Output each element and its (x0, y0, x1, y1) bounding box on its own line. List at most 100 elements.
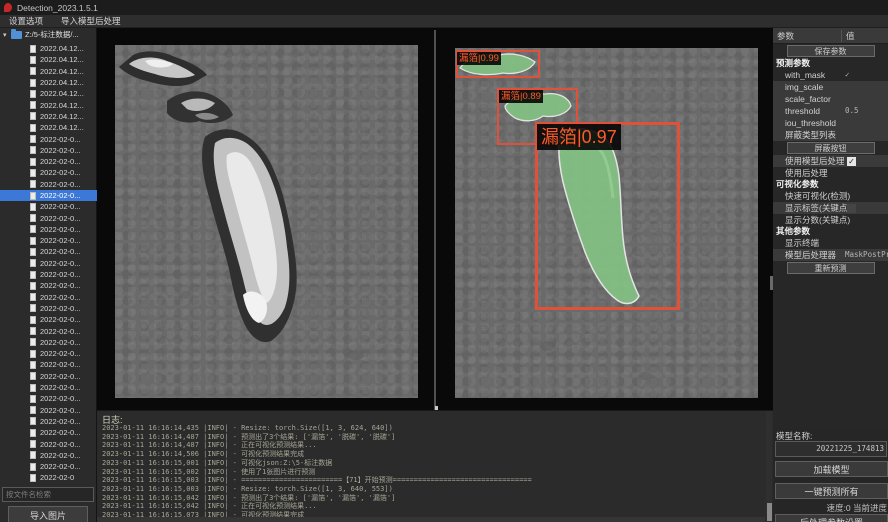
log-line: 2023-01-11 16:16:14,506 |INFO| - 可视化预测结果… (102, 450, 757, 459)
tree-item[interactable]: 2022-02-0... (0, 224, 97, 235)
tree-item[interactable]: 2022-02-0... (0, 133, 97, 144)
file-icon (30, 417, 36, 425)
tree-item[interactable]: 2022-02-0... (0, 201, 97, 212)
postprocess-settings-button[interactable]: 后处理参数设置 (775, 514, 888, 522)
tree-item-label: 2022-02-0... (40, 259, 80, 268)
log-line: 2023-01-11 16:16:15,042 |INFO| - 正在可视化预测… (102, 502, 757, 511)
tree-item[interactable]: 2022-02-0... (0, 325, 97, 336)
log-vertical-scrollbar[interactable] (766, 411, 772, 522)
tree-item-label: 2022.04.12... (40, 67, 84, 76)
param-row[interactable]: 使用模型后处理✓ (773, 155, 888, 167)
tree-item[interactable]: 2022-02-0... (0, 258, 97, 269)
file-icon (30, 214, 36, 222)
tree-item[interactable]: 2022-02-0... (0, 314, 97, 325)
tree-item[interactable]: 2022-02-0... (0, 416, 97, 427)
tree-item[interactable]: 2022-02-0... (0, 292, 97, 303)
param-row[interactable]: 显示标签(关键点) (773, 202, 888, 214)
tree-item-label: 2022-02-0... (40, 417, 80, 426)
param-row[interactable]: with_mask✓ (773, 69, 888, 81)
file-icon (30, 429, 36, 437)
tree-item[interactable]: 2022.04.12... (0, 54, 97, 65)
param-row[interactable]: threshold0.5 (773, 105, 888, 117)
param-button-row: 重新预测 (773, 261, 888, 275)
tree-item-label: 2022.04.12... (40, 89, 84, 98)
file-icon (30, 271, 36, 279)
tree-item[interactable]: 2022-02-0... (0, 303, 97, 314)
predict-all-button[interactable]: 一键预测所有 (775, 483, 888, 499)
titlebar: Detection_2023.1.5.1 (0, 0, 888, 15)
param-row[interactable]: 屏蔽类型列表 (773, 129, 888, 141)
tree-item[interactable]: 2022-02-0... (0, 167, 97, 178)
load-model-button[interactable]: 加载模型 (775, 461, 888, 477)
checkbox-checked-icon[interactable]: ✓ (847, 157, 856, 166)
panel-splitter[interactable] (434, 30, 436, 410)
param-label: 显示分数(关键点) (785, 214, 850, 226)
tree-item[interactable]: 2022-02-0... (0, 438, 97, 449)
param-button[interactable]: 屏蔽按钮 (787, 142, 875, 154)
tree-item[interactable]: 2022-02-0... (0, 145, 97, 156)
log-horizontal-scrollbar[interactable] (97, 517, 765, 522)
param-row[interactable]: 模型后处理器MaskPostPro (773, 249, 888, 261)
param-row[interactable]: img_scale (773, 81, 888, 93)
search-input[interactable] (2, 487, 94, 502)
param-row[interactable]: 显示分数(关键点) (773, 214, 888, 226)
model-name-field[interactable]: 20221225_174813 (775, 441, 887, 457)
tree-item[interactable]: 2022-02-0... (0, 235, 97, 246)
tree-item[interactable]: 2022.04.12... (0, 66, 97, 77)
param-button[interactable]: 重新预测 (787, 262, 875, 274)
param-row[interactable]: 显示终端 (773, 237, 888, 249)
tree-item[interactable]: 2022-02-0... (0, 337, 97, 348)
chevron-down-icon[interactable]: ▾ (3, 31, 11, 39)
tree-item[interactable]: 2022-02-0... (0, 269, 97, 280)
original-image-panel[interactable] (115, 45, 418, 398)
param-row[interactable]: 使用后处理 (773, 167, 888, 179)
checkbox-empty-icon[interactable] (847, 204, 856, 213)
tree-item[interactable]: 2022-02-0... (0, 359, 97, 370)
tree-item[interactable]: 2022-02-0... (0, 179, 97, 190)
tree-item[interactable]: 2022-02-0... (0, 212, 97, 223)
tree-item[interactable]: 2022-02-0... (0, 156, 97, 167)
param-button[interactable]: 保存参数 (787, 45, 875, 57)
file-icon (30, 350, 36, 358)
menu-item[interactable]: 导入模型后处理 (52, 15, 130, 28)
tree-item[interactable]: 2022-02-0... (0, 461, 97, 472)
tree-item[interactable]: 2022.04.12... (0, 77, 97, 88)
file-icon (30, 56, 36, 64)
menu-item[interactable]: 设置选项 (0, 15, 52, 28)
tree-item[interactable]: 2022.04.12... (0, 122, 97, 133)
tree-item[interactable]: 2022-02-0... (0, 450, 97, 461)
tree-item-label: 2022-02-0... (40, 191, 80, 200)
tree-item[interactable]: 2022-02-0... (0, 371, 97, 382)
tree-item-label: 2022-02-0... (40, 236, 80, 245)
tree-item[interactable]: 2022-02-0... (0, 280, 97, 291)
log-line: 2023-01-11 16:16:15,001 |INFO| - 可视化json… (102, 459, 757, 468)
prediction-image-panel[interactable]: 漏箔|0.99 漏箔|0.89 漏箔|0.97 (455, 48, 758, 398)
file-icon (30, 293, 36, 301)
tree-item[interactable]: 2022.04.12... (0, 88, 97, 99)
params-scrollbar-handle[interactable] (770, 276, 773, 290)
file-icon (30, 192, 36, 200)
tree-item[interactable]: 2022-02-0 (0, 472, 97, 483)
param-row[interactable]: iou_threshold (773, 117, 888, 129)
param-row[interactable]: scale_factor (773, 93, 888, 105)
tree-item[interactable]: 2022.04.12... (0, 43, 97, 54)
tree-item[interactable]: 2022-02-0... (0, 348, 97, 359)
import-image-button[interactable]: 导入图片 (8, 506, 88, 522)
tree-item[interactable]: 2022-02-0... (0, 246, 97, 257)
tree-root[interactable]: ▾ Z:/5-标注数据/... (0, 28, 96, 41)
file-icon (30, 316, 36, 324)
log-scrollbar-handle[interactable] (767, 503, 772, 521)
tree-item-label: 2022-02-0... (40, 315, 80, 324)
tree-item[interactable]: 2022-02-0... (0, 190, 97, 201)
param-row[interactable]: 快速可视化(检测) (773, 190, 888, 202)
tree-item[interactable]: 2022-02-0... (0, 393, 97, 404)
tree-item[interactable]: 2022.04.12... (0, 99, 97, 110)
file-icon (30, 440, 36, 448)
tree-item[interactable]: 2022-02-0... (0, 427, 97, 438)
tree-item[interactable]: 2022-02-0... (0, 382, 97, 393)
tree-item-label: 2022-02-0... (40, 440, 80, 449)
param-label: threshold (785, 105, 820, 117)
tree-item[interactable]: 2022-02-0... (0, 405, 97, 416)
file-icon (30, 304, 36, 312)
tree-item[interactable]: 2022.04.12... (0, 111, 97, 122)
